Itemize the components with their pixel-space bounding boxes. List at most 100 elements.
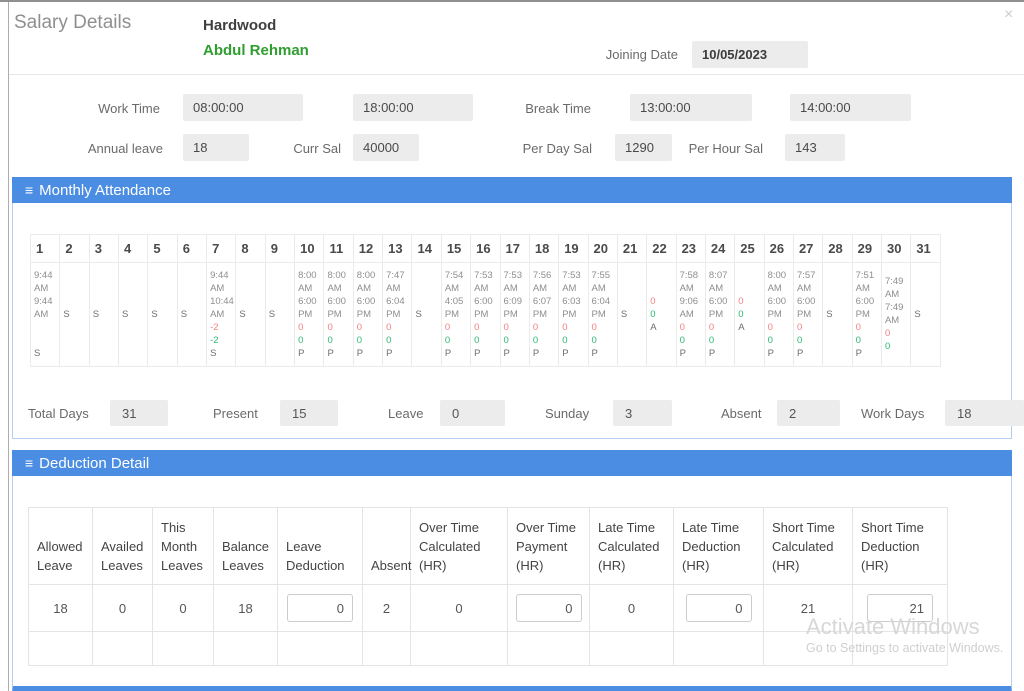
time-out: 6:07 PM bbox=[533, 295, 559, 321]
work-time-from-input[interactable] bbox=[183, 94, 303, 121]
attendance-day-cell: 00A bbox=[647, 263, 676, 367]
attendance-day-cell: S bbox=[236, 263, 265, 367]
attendance-day-cell: 7:53 AM6:03 PM00P bbox=[559, 263, 588, 367]
deduction-empty-cell bbox=[153, 632, 214, 666]
deduction-value-cell bbox=[508, 585, 590, 632]
break-time-to-input[interactable] bbox=[790, 94, 911, 121]
attendance-day-cell: S bbox=[177, 263, 206, 367]
late-value: 0 bbox=[797, 321, 802, 334]
attendance-day-cell: 8:00 AM6:00 PM00P bbox=[764, 263, 793, 367]
late-value: 0 bbox=[768, 321, 773, 334]
summary-input-absent[interactable] bbox=[777, 400, 840, 426]
time-in: 7:51 AM bbox=[856, 269, 882, 295]
curr-sal-input[interactable] bbox=[353, 134, 419, 161]
attendance-table: 1234567891011121314151617181920212223242… bbox=[30, 234, 941, 367]
annual-leave-input[interactable] bbox=[183, 134, 249, 161]
attendance-cell-content: S bbox=[415, 308, 439, 321]
deduction-empty-cell bbox=[363, 632, 411, 666]
attendance-cell-content: S bbox=[269, 308, 293, 321]
time-out: 9:44 AM bbox=[34, 295, 60, 321]
attendance-day-header: 7 bbox=[207, 235, 236, 263]
work-time-to-input[interactable] bbox=[353, 94, 473, 121]
attendance-day-cell: S bbox=[119, 263, 148, 367]
attendance-cell-content: 8:00 AM6:00 PM00P bbox=[357, 269, 381, 360]
dialog-left-border bbox=[8, 2, 9, 691]
summary-input-present[interactable] bbox=[280, 400, 338, 426]
deduction-panel-title: Deduction Detail bbox=[39, 455, 149, 472]
attendance-day-header: 15 bbox=[441, 235, 470, 263]
attendance-cell-content: 7:49 AM7:49 AM00 bbox=[885, 275, 909, 353]
status-letter: S bbox=[914, 308, 920, 321]
summary-input-total-days[interactable] bbox=[110, 400, 168, 426]
summary-input-sunday[interactable] bbox=[613, 400, 672, 426]
attendance-cell-content: S bbox=[181, 308, 205, 321]
deduction-input[interactable] bbox=[287, 594, 353, 622]
overtime-value: 0 bbox=[504, 334, 509, 347]
attendance-cell-content: S bbox=[93, 308, 117, 321]
attendance-day-header: 25 bbox=[735, 235, 764, 263]
salary-details-dialog: Salary Details Hardwood Abdul Rehman × J… bbox=[0, 0, 1024, 691]
deduction-column-header: Late Time Calculated (HR) bbox=[590, 508, 674, 585]
close-icon[interactable]: × bbox=[1004, 6, 1013, 24]
deduction-column-header: Allowed Leave bbox=[29, 508, 93, 585]
deduction-column-header: Over Time Calculated (HR) bbox=[411, 508, 508, 585]
time-out: 6:00 PM bbox=[709, 295, 735, 321]
deduction-input[interactable] bbox=[686, 594, 752, 622]
attendance-day-cell: 7:53 AM6:00 PM00P bbox=[471, 263, 500, 367]
header-divider bbox=[9, 74, 1024, 75]
attendance-day-header: 18 bbox=[529, 235, 558, 263]
overtime-value: 0 bbox=[327, 334, 332, 347]
status-letter: S bbox=[239, 308, 245, 321]
per-day-sal-label: Per Day Sal bbox=[492, 141, 592, 156]
time-out: 10:44 AM bbox=[210, 295, 236, 321]
attendance-day-header: 10 bbox=[295, 235, 324, 263]
attendance-day-header: 22 bbox=[647, 235, 676, 263]
summary-label: Sunday bbox=[545, 406, 589, 421]
summary-input-work-days[interactable] bbox=[945, 400, 1024, 426]
overtime-value: 0 bbox=[298, 334, 303, 347]
time-in: 7:57 AM bbox=[797, 269, 823, 295]
late-value: 0 bbox=[298, 321, 303, 334]
per-hour-sal-label: Per Hour Sal bbox=[663, 141, 763, 156]
per-hour-sal-input[interactable] bbox=[785, 134, 845, 161]
summary-label: Leave bbox=[388, 406, 423, 421]
deduction-value-cell: 0 bbox=[93, 585, 153, 632]
time-out: 6:00 PM bbox=[768, 295, 794, 321]
status-letter: A bbox=[650, 321, 656, 334]
attendance-day-header: 5 bbox=[148, 235, 177, 263]
status-letter: A bbox=[738, 321, 744, 334]
attendance-cell-content: 9:44 AM9:44 AMS bbox=[34, 269, 58, 360]
status-letter: S bbox=[63, 308, 69, 321]
attendance-cell-content: 7:47 AM6:04 PM00P bbox=[386, 269, 410, 360]
summary-input-leave[interactable] bbox=[440, 400, 505, 426]
attendance-cell-content: S bbox=[914, 308, 939, 321]
deduction-value-cell: 0 bbox=[153, 585, 214, 632]
activate-windows-watermark: Activate Windows bbox=[806, 614, 980, 640]
break-time-from-input[interactable] bbox=[630, 94, 752, 121]
overtime-value: -2 bbox=[210, 334, 218, 347]
joining-date-input[interactable] bbox=[692, 41, 808, 68]
time-out: 6:03 PM bbox=[562, 295, 588, 321]
attendance-day-header: 21 bbox=[617, 235, 646, 263]
time-in: 8:00 AM bbox=[357, 269, 383, 295]
status-letter: P bbox=[386, 347, 392, 360]
attendance-day-header: 3 bbox=[89, 235, 118, 263]
time-out: 6:00 PM bbox=[856, 295, 882, 321]
deduction-empty-cell bbox=[93, 632, 153, 666]
deduction-value-cell: 0 bbox=[590, 585, 674, 632]
time-out: 6:00 PM bbox=[298, 295, 324, 321]
status-letter: P bbox=[504, 347, 510, 360]
deduction-input[interactable] bbox=[516, 594, 582, 622]
time-in: 7:49 AM bbox=[885, 275, 911, 301]
attendance-day-cell: 7:57 AM6:00 PM00P bbox=[793, 263, 822, 367]
deduction-value-cell: 0 bbox=[411, 585, 508, 632]
attendance-day-header: 11 bbox=[324, 235, 353, 263]
status-letter: P bbox=[592, 347, 598, 360]
status-letter: P bbox=[680, 347, 686, 360]
deduction-empty-cell bbox=[214, 632, 278, 666]
attendance-day-cell: 7:54 AM4:05 PM00P bbox=[441, 263, 470, 367]
time-out: 9:06 AM bbox=[680, 295, 706, 321]
deduction-column-header: Short Time Deduction (HR) bbox=[853, 508, 948, 585]
attendance-day-cell: 7:55 AM6:04 PM00P bbox=[588, 263, 617, 367]
attendance-day-cell: 7:58 AM9:06 AM00P bbox=[676, 263, 705, 367]
